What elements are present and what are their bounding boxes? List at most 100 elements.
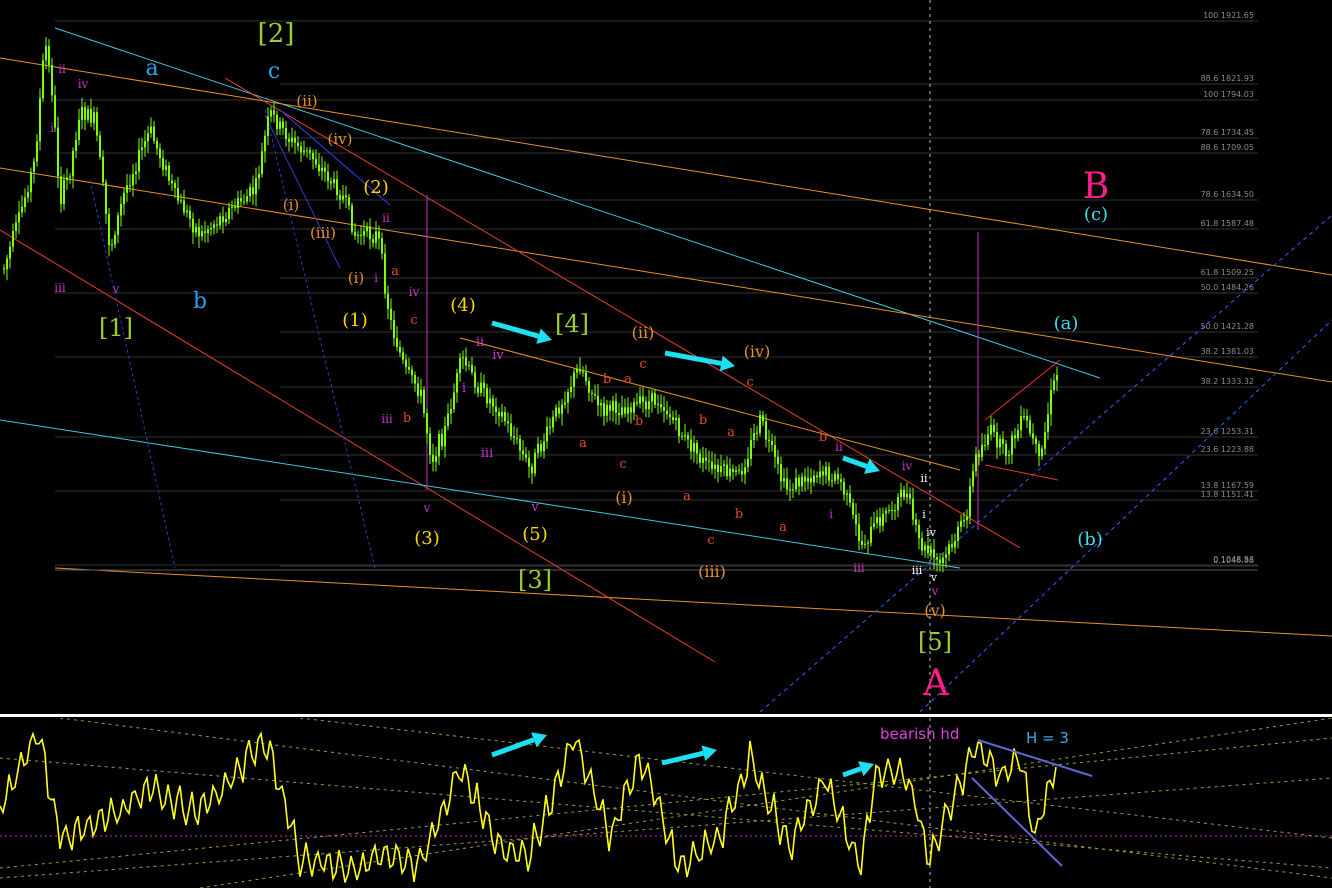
candle-body (420, 389, 422, 396)
candle-body (816, 475, 818, 478)
candle-body (558, 407, 560, 414)
wave-label: A (922, 663, 950, 704)
candle-body (450, 409, 452, 414)
oscillator-panel[interactable]: bearish hd H = 3 (0, 718, 1332, 888)
wave-label: iv (926, 526, 937, 539)
candle-body (411, 369, 413, 376)
candle-body (975, 454, 977, 472)
wave-label: i (374, 271, 378, 285)
candle-body (174, 183, 176, 189)
candle-body (441, 434, 443, 447)
candle-body (18, 212, 20, 223)
wave-label: (c) (1084, 204, 1108, 225)
candle-body (537, 443, 539, 453)
wave-label: (i) (283, 196, 300, 214)
candle-body (42, 60, 44, 99)
candle-body (357, 234, 359, 236)
wave-label: v (930, 571, 938, 584)
arrow-icon (842, 455, 880, 474)
panel-separator[interactable] (0, 714, 1332, 717)
candle-body (876, 517, 878, 524)
candle-body (540, 443, 542, 452)
candle-body (6, 258, 8, 270)
candle-body (795, 477, 797, 490)
wave-label: ii (835, 440, 843, 454)
candle-body (405, 359, 407, 367)
candle-body (1023, 416, 1025, 418)
arrow-shaft (491, 737, 535, 758)
candle-body (663, 407, 665, 411)
wave-label: (iii) (698, 562, 726, 581)
candle-body (996, 432, 998, 448)
candle-body (702, 457, 704, 463)
candle-body (948, 544, 950, 555)
arrow-shaft (842, 455, 868, 469)
candle-body (603, 403, 605, 416)
candle-body (381, 238, 383, 254)
candle-body (960, 521, 962, 527)
candle-body (636, 402, 638, 404)
candle-body (429, 433, 431, 455)
wave-label: i (922, 508, 926, 521)
candle-body (588, 380, 590, 393)
candle-body (864, 543, 866, 545)
candle-body (168, 165, 170, 181)
candle-body (861, 541, 863, 545)
candle-body (456, 373, 458, 393)
price-panel[interactable]: 100 1921.65 88.6 1821.93 100 1794.03 78.6 1… (0, 0, 1332, 712)
wave-label: i (462, 381, 466, 396)
candle-body (348, 197, 350, 206)
candle-body (570, 386, 572, 393)
candle-body (579, 368, 581, 372)
candle-body (954, 540, 956, 548)
arrow-shaft (491, 320, 540, 339)
wave-label: b (735, 507, 743, 522)
candle-body (657, 404, 659, 406)
trendline (984, 359, 1061, 421)
candle-body (369, 226, 371, 240)
candle-body (306, 150, 308, 152)
candle-body (339, 195, 341, 200)
candle-body (507, 421, 509, 424)
candle-body (933, 549, 935, 558)
candle-body (504, 412, 506, 422)
candle-body (477, 387, 479, 393)
candle-body (489, 398, 491, 404)
candle-body (468, 365, 470, 367)
candle-body (228, 207, 230, 220)
candle-body (1044, 432, 1046, 449)
candle-body (432, 454, 434, 462)
fib-label: 38.2 1333.32 (1201, 377, 1254, 386)
candle-body (180, 200, 182, 202)
wave-label: c (619, 457, 626, 472)
candle-body (1002, 438, 1004, 444)
wave-label: a (145, 56, 158, 81)
wave-label: b (819, 430, 827, 445)
wave-label: (i) (615, 488, 633, 507)
candle-body (219, 216, 221, 226)
wave-label: a (779, 520, 787, 535)
candles (3, 36, 1058, 573)
candle-body (438, 434, 440, 457)
candle-body (879, 517, 881, 526)
candle-body (789, 489, 791, 491)
wave-label: iv (492, 348, 504, 363)
candle-body (807, 478, 809, 482)
candle-body (528, 457, 530, 467)
channel-line (971, 777, 1063, 867)
wave-label: ii (58, 62, 66, 76)
fib-label: 88.6 1709.05 (1201, 143, 1254, 152)
candle-body (483, 382, 485, 389)
candle-body (132, 174, 134, 186)
fib-label: 23.6 1253.31 (1201, 427, 1254, 436)
candle-body (600, 403, 602, 406)
candle-body (480, 382, 482, 393)
candle-body (24, 197, 26, 207)
candle-body (399, 346, 401, 353)
candle-body (453, 392, 455, 410)
candle-body (66, 177, 68, 181)
candle-body (30, 171, 32, 193)
candle-body (801, 476, 803, 487)
wave-label: a (579, 436, 587, 451)
candle-body (969, 486, 971, 517)
